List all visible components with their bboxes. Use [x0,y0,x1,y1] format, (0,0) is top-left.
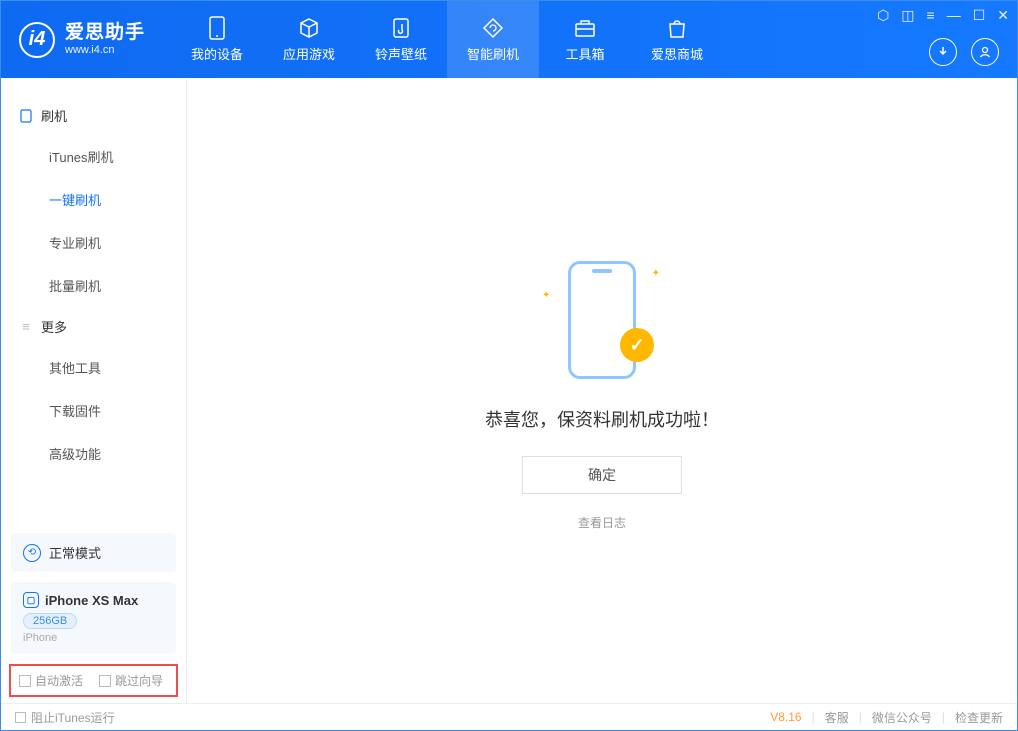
tab-apps-label: 应用游戏 [283,44,335,63]
sidebar-item-other[interactable]: 其他工具 [1,346,186,389]
tab-apps[interactable]: 应用游戏 [263,1,355,78]
maximize-icon[interactable]: ☐ [973,7,986,24]
device-name: iPhone XS Max [45,593,138,608]
sidebar-section-more-label: 更多 [41,317,67,336]
tab-flash[interactable]: 智能刷机 [447,1,539,78]
nav-tabs: 我的设备 应用游戏 铃声壁纸 智能刷机 工具箱 爱思商城 [171,1,723,78]
tab-store[interactable]: 爱思商城 [631,1,723,78]
phone-small-icon [19,109,33,123]
success-message: 恭喜您，保资料刷机成功啦！ [485,406,719,432]
close-icon[interactable]: ✕ [997,7,1009,24]
sidebar-section-flash-label: 刷机 [41,106,67,125]
toolbox-icon [573,16,597,40]
header-icons [929,38,999,66]
bag-icon [665,16,689,40]
music-icon [389,16,413,40]
logo-icon: i4 [19,22,55,58]
footer: 阻止iTunes运行 V8.16 | 客服 | 微信公众号 | 检查更新 [1,703,1017,730]
check-badge-icon: ✓ [620,328,654,362]
sidebar-section-more: ≡ 更多 [1,307,186,346]
tab-tools[interactable]: 工具箱 [539,1,631,78]
tab-ring[interactable]: 铃声壁纸 [355,1,447,78]
list-icon: ≡ [19,320,33,334]
mode-icon: ⟲ [23,544,41,562]
download-icon[interactable] [929,38,957,66]
sparkle-icon: ✦ [652,268,660,279]
device-type: iPhone [23,632,164,644]
checkbox-block-label: 阻止iTunes运行 [31,709,115,726]
version-label: V8.16 [770,710,801,724]
checkbox-auto-label: 自动激活 [35,672,83,689]
checkbox-auto-activate[interactable]: 自动激活 [19,672,83,689]
sidebar-item-firmware[interactable]: 下载固件 [1,389,186,432]
footer-link-wechat[interactable]: 微信公众号 [872,709,932,726]
device-icon: ▢ [23,592,39,608]
window-controls: ⬡ ◫ ≡ — ☐ ✕ [877,7,1009,24]
success-illustration: ✦ ✦ ✓ [542,250,662,390]
shirt-icon[interactable]: ⬡ [877,7,889,24]
refresh-icon [481,16,505,40]
user-icon[interactable] [971,38,999,66]
minimize-icon[interactable]: — [947,7,961,24]
checkbox-block-itunes[interactable]: 阻止iTunes运行 [15,709,115,726]
main-content: ✦ ✦ ✓ 恭喜您，保资料刷机成功啦！ 确定 查看日志 [187,78,1017,703]
ok-button[interactable]: 确定 [522,456,682,494]
tab-store-label: 爱思商城 [651,44,703,63]
view-log-link[interactable]: 查看日志 [578,514,626,531]
phone-outline-icon [568,261,636,379]
bottom-options: 自动激活 跳过向导 [9,664,178,697]
tab-ring-label: 铃声壁纸 [375,44,427,63]
app-logo: i4 爱思助手 www.i4.cn [1,22,163,58]
tab-device[interactable]: 我的设备 [171,1,263,78]
app-title: 爱思助手 [65,23,145,44]
sidebar-item-oneclick[interactable]: 一键刷机 [1,178,186,221]
cube-icon [297,16,321,40]
sidebar-item-batch[interactable]: 批量刷机 [1,264,186,307]
device-storage-badge: 256GB [23,613,77,629]
phone-icon [205,16,229,40]
app-subtitle: www.i4.cn [65,44,145,56]
footer-link-service[interactable]: 客服 [825,709,849,726]
sidebar-item-pro[interactable]: 专业刷机 [1,221,186,264]
device-card[interactable]: ▢ iPhone XS Max 256GB iPhone [11,582,176,654]
header: i4 爱思助手 www.i4.cn 我的设备 应用游戏 铃声壁纸 智能刷机 工具… [1,1,1017,78]
tab-device-label: 我的设备 [191,44,243,63]
sidebar-section-flash: 刷机 [1,96,186,135]
sidebar-item-itunes[interactable]: iTunes刷机 [1,135,186,178]
menu-icon[interactable]: ≡ [927,7,935,24]
layout-icon[interactable]: ◫ [901,7,914,24]
sparkle-icon: ✦ [542,290,550,301]
tab-flash-label: 智能刷机 [467,44,519,63]
mode-card[interactable]: ⟲ 正常模式 [11,533,176,572]
sidebar-item-advanced[interactable]: 高级功能 [1,432,186,475]
tab-tools-label: 工具箱 [566,44,605,63]
sidebar: 刷机 iTunes刷机 一键刷机 专业刷机 批量刷机 ≡ 更多 其他工具 下载固… [1,78,187,703]
checkbox-skip-label: 跳过向导 [115,672,163,689]
mode-label: 正常模式 [49,543,101,562]
checkbox-skip-guide[interactable]: 跳过向导 [99,672,163,689]
footer-link-update[interactable]: 检查更新 [955,709,1003,726]
